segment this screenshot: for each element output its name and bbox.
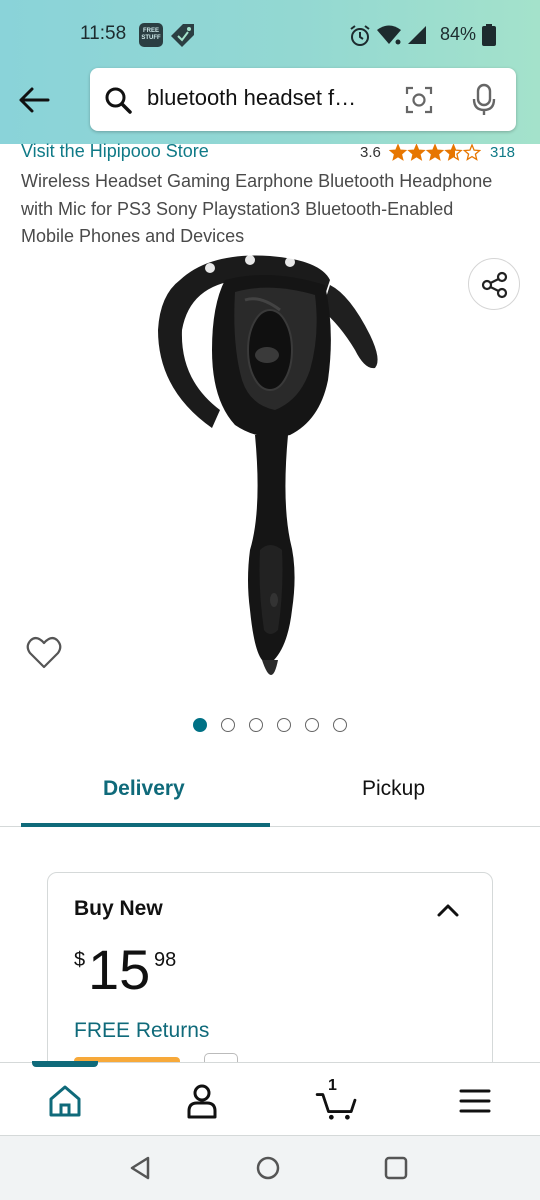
share-icon (481, 271, 508, 299)
cart-count: 1 (328, 1077, 337, 1094)
active-nav-indicator (32, 1061, 98, 1067)
account-icon[interactable] (182, 1083, 222, 1119)
carousel-dot[interactable] (333, 718, 347, 732)
status-bar: 11:58 FREE STUFF 84% (0, 0, 540, 70)
product-title: Wireless Headset Gaming Earphone Bluetoo… (21, 171, 493, 246)
android-home-icon[interactable] (254, 1154, 282, 1182)
alarm-icon (350, 25, 370, 46)
buy-new-title: Buy New (74, 897, 163, 920)
cell-signal-icon (408, 26, 426, 44)
status-time: 11:58 (80, 23, 127, 44)
microphone-icon[interactable] (470, 83, 498, 117)
star-rating-icon[interactable] (389, 144, 481, 162)
search-bar[interactable]: bluetooth headset f… (90, 68, 516, 131)
price-whole: 15 (88, 938, 151, 1001)
rating-star (444, 144, 463, 161)
cart-icon (315, 1093, 357, 1120)
image-carousel-dots (193, 718, 347, 734)
search-input[interactable]: bluetooth headset f… (147, 85, 356, 111)
visit-store-link[interactable]: Visit the Hipipooo Store (21, 141, 209, 162)
heart-icon[interactable] (26, 636, 62, 670)
carousel-dot[interactable] (305, 718, 319, 732)
rating-star (389, 144, 408, 161)
price-fraction: 98 (154, 949, 177, 971)
menu-icon[interactable] (455, 1083, 495, 1119)
product-image-headset[interactable] (150, 250, 390, 695)
wifi-icon (377, 25, 401, 45)
rating-count-link[interactable]: 318 (490, 144, 515, 161)
free-returns-link[interactable]: FREE Returns (74, 1019, 209, 1043)
free-badge-line1: FREE (142, 28, 159, 34)
back-arrow-icon[interactable] (18, 86, 50, 114)
battery-percent: 84% (440, 24, 477, 44)
search-icon (105, 87, 132, 114)
free-badge-line2: STUFF (141, 35, 161, 41)
carousel-dot[interactable] (249, 718, 263, 732)
chevron-up-icon[interactable] (436, 901, 460, 919)
price-currency: $ (74, 949, 86, 971)
camera-lens-icon[interactable] (404, 85, 434, 115)
rating-star (407, 144, 426, 161)
rating-star (425, 144, 445, 161)
tab-delivery[interactable]: Delivery (103, 777, 185, 801)
cart-button[interactable]: 1 (314, 1077, 357, 1120)
android-back-icon[interactable] (126, 1154, 154, 1182)
tag-icon (171, 24, 194, 47)
share-button[interactable] (468, 258, 520, 310)
android-recents-icon[interactable] (382, 1154, 410, 1182)
bottom-nav: 1 (0, 1061, 540, 1136)
tab-pickup[interactable]: Pickup (362, 777, 425, 801)
rating-value: 3.6 (360, 144, 381, 161)
top-header: 11:58 FREE STUFF 84% bluetooth headset f… (0, 0, 540, 144)
active-tab-indicator (21, 823, 270, 827)
fulfillment-tabs: Delivery Pickup (0, 765, 540, 827)
home-icon[interactable] (45, 1083, 85, 1119)
carousel-dot[interactable] (221, 718, 235, 732)
free-stuff-badge-icon: FREE STUFF (139, 23, 163, 47)
android-system-nav (0, 1136, 540, 1200)
battery-icon (482, 24, 496, 46)
carousel-dot[interactable] (193, 718, 207, 732)
carousel-dot[interactable] (277, 718, 291, 732)
rating-star (462, 144, 481, 161)
